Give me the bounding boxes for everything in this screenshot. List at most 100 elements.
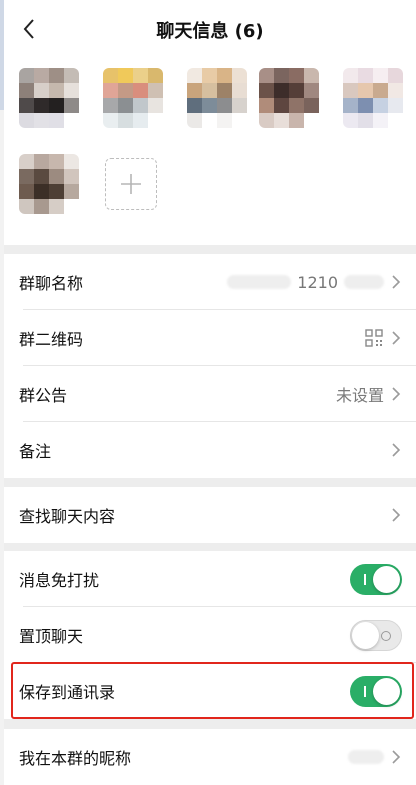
group-name-value: 1210 [297, 272, 338, 292]
avatar-pixel [64, 199, 79, 214]
avatar-pixel [64, 68, 79, 83]
page-title: 聊天信息 (6) [156, 21, 264, 42]
avatar-pixel [304, 83, 319, 98]
toggle-off-mark [381, 630, 391, 641]
avatar-pixel [34, 98, 49, 113]
avatar-pixel [64, 83, 79, 98]
avatar-pixel [34, 199, 49, 214]
group-announcement-row[interactable]: 群公告 未设置 [4, 366, 416, 422]
qrcode-icon [365, 329, 383, 347]
avatar-pixel [358, 98, 373, 113]
avatar-pixel [49, 199, 64, 214]
avatar-pixel [49, 184, 64, 199]
pin-chat-label: 置顶聊天 [19, 627, 84, 646]
my-group-nickname-row[interactable]: 我在本群的昵称 [4, 729, 416, 785]
search-chat-label: 查找聊天内容 [19, 507, 116, 526]
avatar-pixel [373, 98, 388, 113]
avatar-pixel [34, 113, 49, 128]
toggle-on-mark [364, 573, 366, 585]
avatar-pixel [373, 113, 388, 128]
avatar-pixel [217, 98, 232, 113]
avatar-pixel [19, 83, 34, 98]
save-to-contacts-row: 保存到通讯录 [4, 663, 416, 719]
avatar-pixel [304, 68, 319, 83]
chevron-right-icon [392, 387, 401, 401]
avatar-pixel [373, 83, 388, 98]
avatar-pixel [259, 68, 274, 83]
plus-icon [121, 174, 141, 194]
blurred-name [344, 275, 384, 289]
avatar-pixel [202, 83, 217, 98]
avatar-pixel [274, 83, 289, 98]
avatar-pixel [133, 68, 148, 83]
avatar-pixel [388, 113, 403, 128]
avatar-pixel [19, 169, 34, 184]
avatar-pixel [274, 98, 289, 113]
avatar-pixel [64, 154, 79, 169]
avatar-pixel [19, 68, 34, 83]
avatar-pixel [187, 98, 202, 113]
member-avatar[interactable] [19, 154, 79, 214]
group-name-row[interactable]: 群聊名称 1210 [4, 254, 416, 310]
avatar-pixel [304, 98, 319, 113]
avatar-pixel [49, 83, 64, 98]
add-member-button[interactable] [105, 158, 157, 210]
avatar-pixel [388, 83, 403, 98]
avatar-pixel [232, 68, 247, 83]
member-avatar[interactable] [259, 68, 319, 128]
avatar-pixel [289, 68, 304, 83]
group-name-label: 群聊名称 [19, 274, 84, 293]
avatar-pixel [103, 113, 118, 128]
announcement-status: 未设置 [335, 386, 384, 405]
chevron-right-icon [392, 750, 401, 764]
search-chat-row[interactable]: 查找聊天内容 [4, 487, 416, 543]
avatar-pixel [187, 113, 202, 128]
member-avatar[interactable] [103, 68, 163, 128]
chevron-right-icon [392, 275, 401, 289]
save-to-contacts-toggle[interactable] [350, 675, 402, 707]
remark-label: 备注 [19, 442, 52, 461]
member-avatar[interactable] [19, 68, 79, 128]
avatar-pixel [34, 154, 49, 169]
my-group-nickname-label: 我在本群的昵称 [19, 749, 132, 768]
toggle-knob [373, 565, 400, 593]
avatar-pixel [34, 68, 49, 83]
group-announcement-label: 群公告 [19, 386, 68, 405]
avatar-pixel [259, 98, 274, 113]
avatar-pixel [19, 199, 34, 214]
member-avatar[interactable] [343, 68, 403, 128]
avatar-pixel [19, 113, 34, 128]
avatar-pixel [118, 68, 133, 83]
pin-chat-toggle[interactable] [350, 619, 402, 651]
mute-notifications-toggle[interactable] [350, 563, 402, 595]
save-to-contacts-label: 保存到通讯录 [19, 683, 116, 702]
avatar-pixel [187, 83, 202, 98]
avatar-pixel [373, 68, 388, 83]
avatar-pixel [232, 113, 247, 128]
avatar-pixel [64, 98, 79, 113]
avatar-pixel [64, 113, 79, 128]
avatar-pixel [388, 98, 403, 113]
avatar-pixel [358, 83, 373, 98]
avatar-pixel [274, 113, 289, 128]
avatar-pixel [19, 184, 34, 199]
avatar-pixel [103, 98, 118, 113]
avatar-pixel [34, 169, 49, 184]
chevron-right-icon [392, 331, 401, 345]
remark-row[interactable]: 备注 [4, 422, 416, 478]
avatar-pixel [148, 98, 163, 113]
avatar-pixel [64, 169, 79, 184]
toggle-on-mark [364, 685, 366, 697]
avatar-pixel [148, 83, 163, 98]
chevron-right-icon [392, 443, 401, 457]
group-qrcode-label: 群二维码 [19, 330, 84, 349]
pin-chat-row: 置顶聊天 [4, 607, 416, 663]
avatar-pixel [259, 83, 274, 98]
group-qrcode-row[interactable]: 群二维码 [4, 310, 416, 366]
avatar-pixel [148, 113, 163, 128]
member-avatar[interactable] [187, 68, 247, 128]
toggle-knob [373, 677, 400, 705]
avatar-pixel [388, 68, 403, 83]
avatar-pixel [49, 169, 64, 184]
avatar-pixel [343, 83, 358, 98]
